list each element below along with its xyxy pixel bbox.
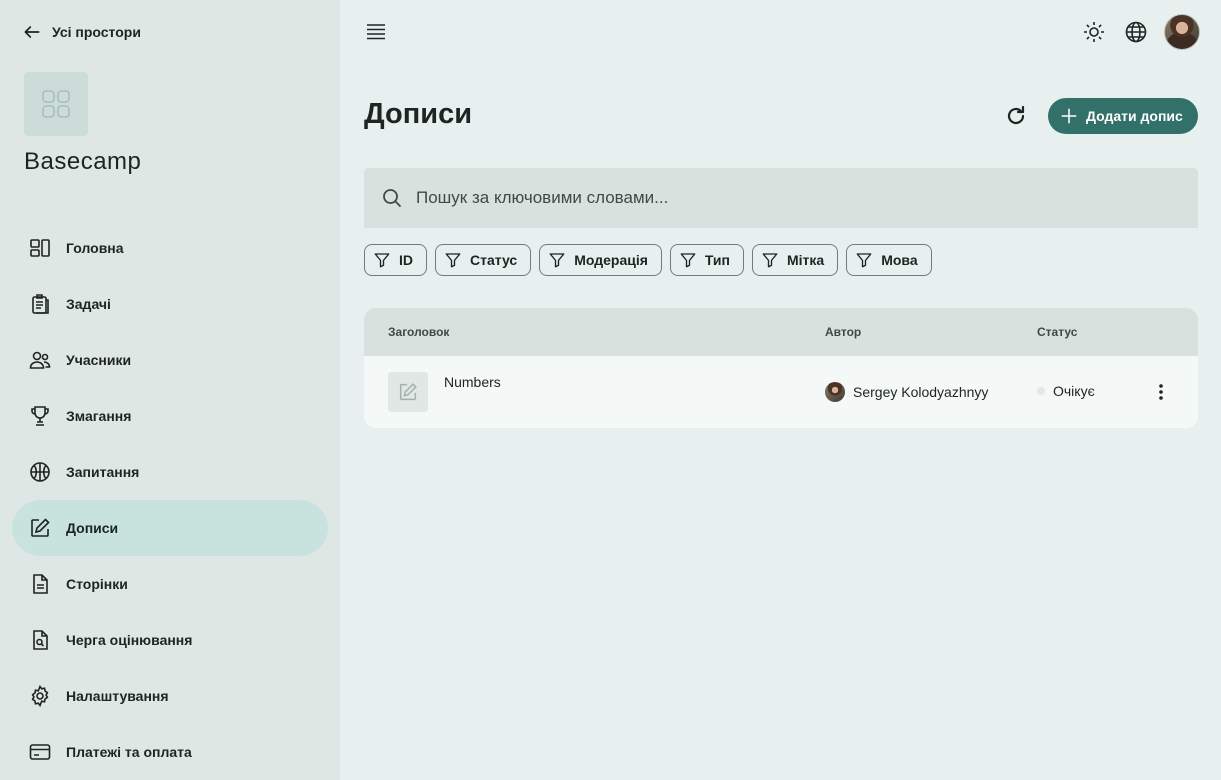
- sidebar-nav: Головна Задачі Учасники Змагання Запитан…: [12, 220, 328, 780]
- filter-chip-label: Мітка: [787, 252, 825, 268]
- filter-chips: ID Статус Модерація Тип Мітка Мова: [364, 244, 932, 276]
- search-icon: [383, 189, 402, 208]
- refresh-icon[interactable]: [1004, 104, 1028, 128]
- document-search-icon: [33, 630, 48, 650]
- filter-icon: [762, 253, 778, 268]
- back-link-label: Усі простори: [52, 24, 141, 40]
- edit-icon: [399, 383, 417, 401]
- post-thumbnail: [388, 372, 428, 412]
- sidebar-item-label: Головна: [66, 240, 124, 256]
- sidebar-item-pages[interactable]: Сторінки: [12, 556, 328, 612]
- sidebar: Усі простори Basecamp Головна Задачі Уча…: [0, 0, 340, 780]
- filter-chip-id[interactable]: ID: [364, 244, 427, 276]
- ball-icon: [30, 462, 50, 482]
- column-header-author[interactable]: Автор: [825, 325, 861, 339]
- filter-chip-language[interactable]: Мова: [846, 244, 932, 276]
- space-name: Basecamp: [24, 148, 142, 175]
- sidebar-item-questions[interactable]: Запитання: [12, 444, 328, 500]
- sun-icon[interactable]: [1082, 20, 1106, 44]
- sidebar-item-competitions[interactable]: Змагання: [12, 388, 328, 444]
- status-dot: [1037, 387, 1045, 395]
- filter-icon: [445, 253, 461, 268]
- filter-chip-type[interactable]: Тип: [669, 244, 744, 276]
- post-title[interactable]: Numbers: [444, 374, 501, 390]
- sidebar-item-home[interactable]: Головна: [12, 220, 328, 276]
- filter-chip-label: ID: [399, 252, 413, 268]
- column-header-title[interactable]: Заголовок: [388, 325, 449, 339]
- table-row[interactable]: Numbers Sergey Kolodyazhnyy Очікує: [364, 356, 1198, 428]
- user-avatar[interactable]: [1164, 14, 1200, 50]
- plus-icon: [1061, 108, 1077, 124]
- back-to-all-spaces-link[interactable]: Усі простори: [22, 20, 141, 44]
- people-icon: [29, 351, 51, 369]
- filter-chip-label: Модерація: [574, 252, 648, 268]
- add-post-label: Додати допис: [1086, 108, 1183, 124]
- add-post-button[interactable]: Додати допис: [1048, 98, 1198, 134]
- sidebar-item-label: Дописи: [66, 520, 119, 536]
- search-bar: [364, 168, 1198, 228]
- hamburger-icon[interactable]: [364, 20, 388, 44]
- globe-icon[interactable]: [1124, 20, 1148, 44]
- filter-icon: [549, 253, 565, 268]
- sidebar-item-members[interactable]: Учасники: [12, 332, 328, 388]
- sidebar-item-label: Черга оцінювання: [66, 632, 193, 648]
- sidebar-item-label: Запитання: [66, 464, 140, 480]
- column-header-status[interactable]: Статус: [1037, 325, 1077, 339]
- filter-icon: [680, 253, 696, 268]
- sidebar-item-label: Налаштування: [66, 688, 169, 704]
- sidebar-item-posts[interactable]: Дописи: [12, 500, 328, 556]
- edit-icon: [31, 518, 50, 537]
- filter-icon: [374, 253, 390, 268]
- sidebar-item-payments[interactable]: Платежі та оплата: [12, 724, 328, 780]
- table-header: Заголовок Автор Статус: [364, 308, 1198, 356]
- page-title: Дописи: [364, 98, 473, 130]
- sidebar-item-label: Учасники: [66, 352, 132, 368]
- sidebar-item-tasks[interactable]: Задачі: [12, 276, 328, 332]
- grid-icon: [42, 90, 70, 118]
- author-avatar: [825, 382, 845, 402]
- status-label: Очікує: [1053, 383, 1095, 399]
- sidebar-item-label: Змагання: [66, 408, 132, 424]
- document-icon: [33, 574, 48, 594]
- arrow-left-icon: [24, 26, 40, 38]
- status-badge: Очікує: [1037, 383, 1095, 399]
- filter-chip-label: Тип: [704, 252, 730, 268]
- sidebar-item-label: Сторінки: [66, 576, 128, 592]
- space-logo: [24, 72, 88, 136]
- filter-chip-moderation[interactable]: Модерація: [539, 244, 662, 276]
- filter-chip-label: Мова: [881, 252, 918, 268]
- trophy-icon: [31, 406, 49, 426]
- filter-chip-status[interactable]: Статус: [435, 244, 532, 276]
- posts-table: Заголовок Автор Статус Numbers Sergey Ko…: [364, 308, 1198, 428]
- sidebar-item-label: Платежі та оплата: [66, 744, 192, 760]
- sidebar-item-review-queue[interactable]: Черга оцінювання: [12, 612, 328, 668]
- filter-chip-tag[interactable]: Мітка: [752, 244, 839, 276]
- more-vert-icon[interactable]: [1149, 380, 1173, 404]
- filter-chip-label: Статус: [470, 252, 518, 268]
- search-input[interactable]: [416, 188, 1176, 208]
- clipboard-icon: [32, 294, 49, 314]
- sidebar-item-label: Задачі: [66, 296, 111, 312]
- gear-icon: [31, 684, 49, 708]
- dashboard-icon: [30, 239, 50, 257]
- credit-card-icon: [29, 744, 51, 760]
- filter-icon: [856, 253, 872, 268]
- sidebar-item-settings[interactable]: Налаштування: [12, 668, 328, 724]
- post-author: Sergey Kolodyazhnyy: [825, 382, 988, 402]
- author-name: Sergey Kolodyazhnyy: [853, 384, 989, 400]
